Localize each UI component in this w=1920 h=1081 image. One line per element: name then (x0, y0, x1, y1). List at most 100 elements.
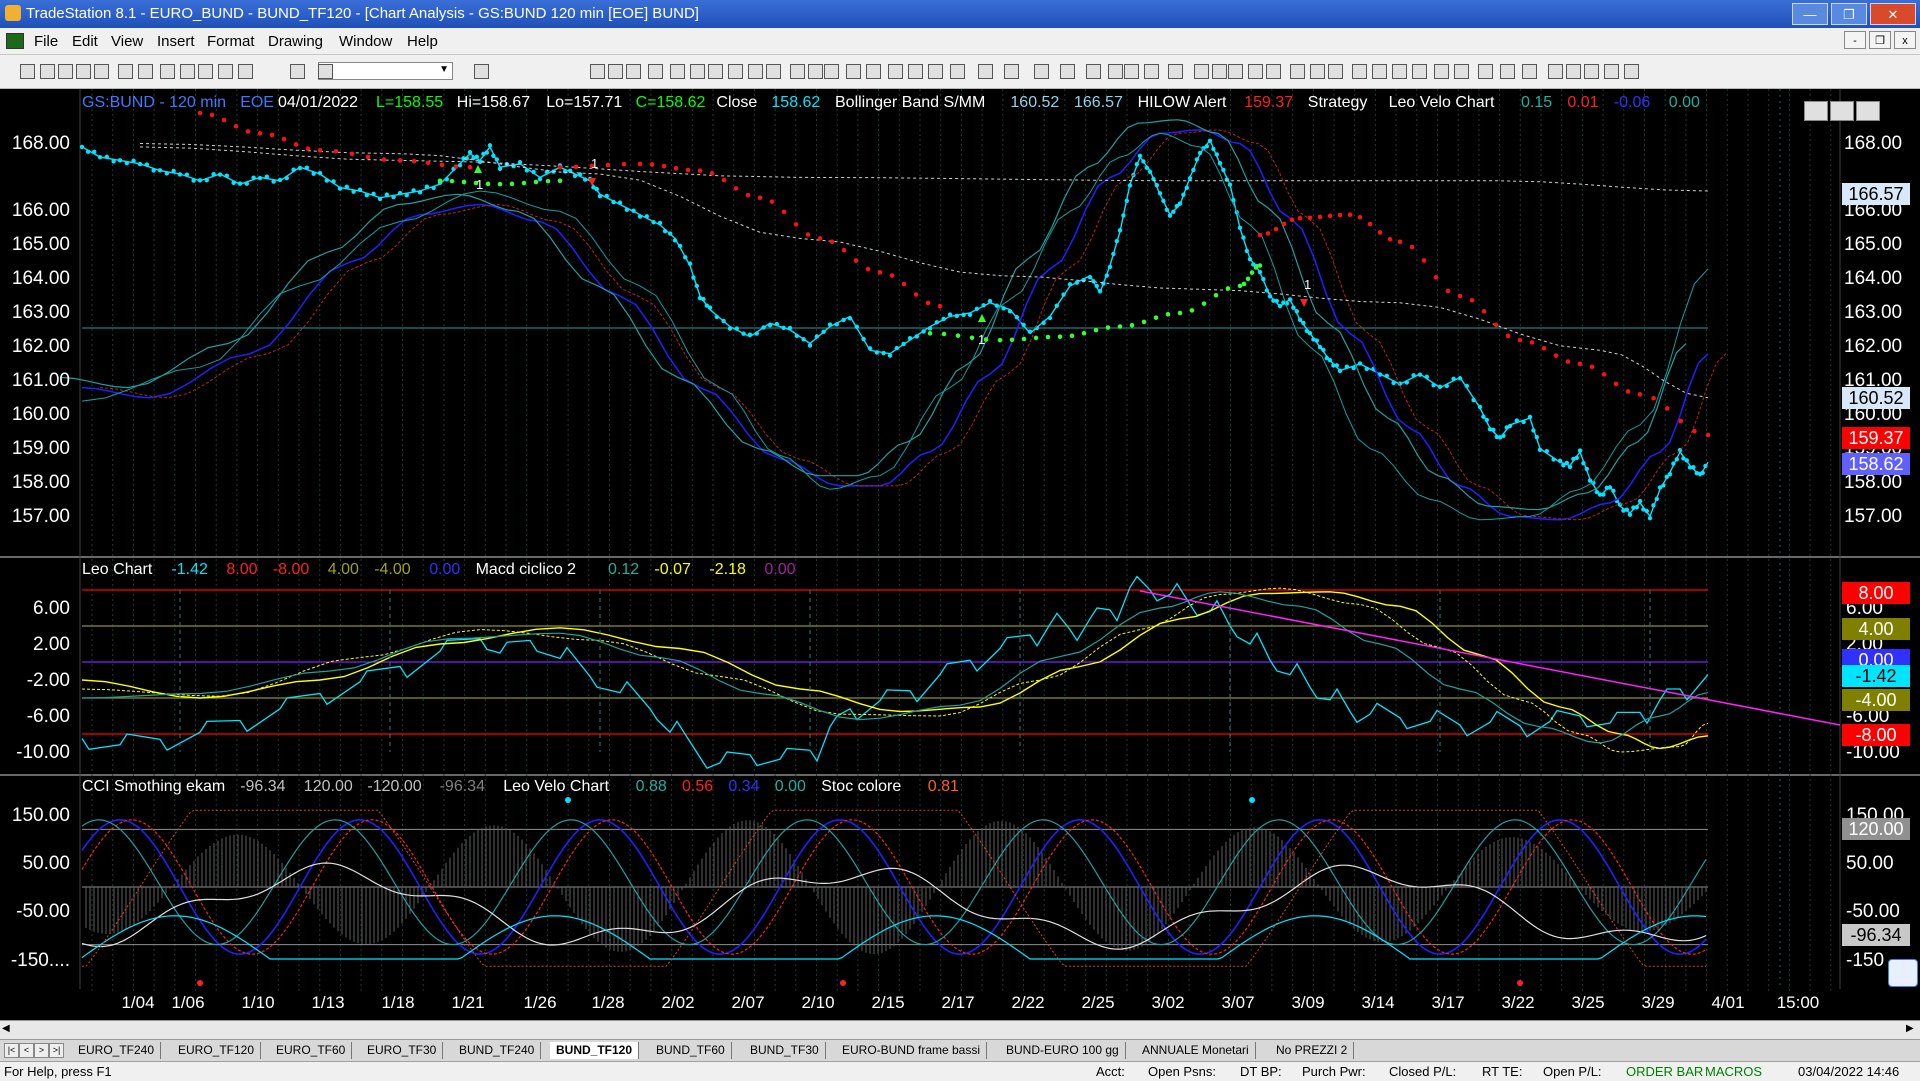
menu-insert[interactable]: Insert (157, 33, 195, 50)
toolbar-tool-icon[interactable] (648, 64, 663, 79)
toolbar-tool-icon[interactable] (1034, 64, 1049, 79)
workspace-tab[interactable]: ANNUALE Monetari (1136, 1042, 1256, 1059)
scroll-right-arrow-icon[interactable]: ▶ (1906, 1023, 1918, 1035)
chart-svg[interactable]: 1 1 1 1 1/04 1/06 1/10 1/13 1/18 1/21 1/26 1/28 2/0… (0, 89, 1920, 1022)
toolbar-tool-icon[interactable] (1060, 64, 1075, 79)
toolbar-tool-icon[interactable] (1566, 64, 1581, 79)
toolbar-tool-icon[interactable] (1248, 64, 1263, 79)
toolbar-tool-icon[interactable] (58, 64, 73, 79)
toolbar-tool-icon[interactable] (888, 64, 903, 79)
toolbar-tool-icon[interactable] (1372, 64, 1387, 79)
toolbar-tool-icon[interactable] (866, 64, 881, 79)
toolbar-tool-icon[interactable] (238, 64, 253, 79)
workspace-tab[interactable]: BUND-EURO 100 gg (1000, 1042, 1126, 1059)
toolbar-tool-icon[interactable] (180, 64, 195, 79)
menu-edit[interactable]: Edit (72, 33, 98, 50)
toolbar-tool-icon[interactable] (846, 64, 861, 79)
toolbar-tool-icon[interactable] (318, 64, 333, 79)
chart-area[interactable]: 1 1 1 1 1/04 1/06 1/10 1/13 1/18 1/21 1/26 1/28 2/0… (0, 89, 1920, 1022)
tab-last-icon[interactable]: >| (49, 1043, 64, 1058)
minimize-button[interactable]: — (1792, 3, 1828, 25)
panel-restore-button[interactable] (1830, 101, 1854, 121)
scroll-left-arrow-icon[interactable]: ◀ (2, 1023, 14, 1035)
toolbar-tool-icon[interactable] (808, 64, 823, 79)
toolbar-tool-icon[interactable] (626, 64, 641, 79)
toolbar-tool-icon[interactable] (1604, 64, 1619, 79)
workspace-tab[interactable]: No PREZZI 2 (1270, 1042, 1355, 1059)
toolbar-tool-icon[interactable] (1548, 64, 1563, 79)
toolbar-tool-icon[interactable] (198, 64, 213, 79)
menu-help[interactable]: Help (407, 33, 438, 50)
panel-minimize-button[interactable] (1804, 101, 1828, 121)
toolbar-tool-icon[interactable] (766, 64, 781, 79)
workspace-tab[interactable]: BUND_TF30 (744, 1042, 826, 1059)
toolbar-tool-icon[interactable] (1522, 64, 1537, 79)
toolbar-tool-icon[interactable] (1412, 64, 1427, 79)
toolbar-tool-icon[interactable] (950, 64, 965, 79)
toolbar-tool-icon[interactable] (94, 64, 109, 79)
menu-format[interactable]: Format (207, 33, 255, 50)
toolbar-tool-icon[interactable] (1004, 64, 1019, 79)
workspace-tab[interactable]: BUND_TF60 (650, 1042, 732, 1059)
toolbar-tool-icon[interactable] (824, 64, 839, 79)
toolbar-tool-icon[interactable] (1290, 64, 1305, 79)
toolbar-tool-icon[interactable] (1584, 64, 1599, 79)
toolbar-tool-icon[interactable] (728, 64, 743, 79)
order-bar-button[interactable]: ORDER BAR (1626, 1064, 1703, 1079)
toolbar-tool-icon[interactable] (908, 64, 923, 79)
workspace-tab[interactable]: EURO_TF30 (361, 1042, 444, 1059)
workspace-tab[interactable]: EURO_TF120 (172, 1042, 262, 1059)
menu-drawing[interactable]: Drawing (268, 33, 323, 50)
toolbar-tool-icon[interactable] (218, 64, 233, 79)
toolbar-tool-icon[interactable] (748, 64, 763, 79)
toolbar-tool-icon[interactable] (1310, 64, 1325, 79)
toolbar-tool-icon[interactable] (608, 64, 623, 79)
toolbar-tool-icon[interactable] (1454, 64, 1469, 79)
toolbar-tool-icon[interactable] (474, 64, 489, 79)
toolbar-tool-icon[interactable] (1212, 64, 1227, 79)
menu-view[interactable]: View (111, 33, 143, 50)
tab-prev-icon[interactable]: < (19, 1043, 34, 1058)
close-button[interactable]: ✕ (1870, 3, 1916, 25)
menu-window[interactable]: Window (339, 33, 392, 50)
symbol-combo[interactable]: ▼ (318, 62, 453, 80)
toolbar-tool-icon[interactable] (1228, 64, 1243, 79)
toolbar-tool-icon[interactable] (1328, 64, 1343, 79)
workspace-tab[interactable]: EURO_TF60 (270, 1042, 353, 1059)
toolbar-tool-icon[interactable] (1124, 64, 1139, 79)
toolbar-tool-icon[interactable] (690, 64, 705, 79)
workspace-tab[interactable]: BUND_TF120 (550, 1042, 640, 1059)
toolbar-tool-icon[interactable] (40, 64, 55, 79)
toolbar-tool-icon[interactable] (790, 64, 805, 79)
mdi-close-button[interactable]: x (1894, 31, 1916, 49)
workspace-tab[interactable]: BUND_TF240 (453, 1042, 542, 1059)
toolbar-tool-icon[interactable] (1624, 64, 1639, 79)
mdi-minimize-button[interactable]: - (1844, 31, 1866, 49)
toolbar-tool-icon[interactable] (1500, 64, 1515, 79)
toolbar-tool-icon[interactable] (1144, 64, 1159, 79)
mdi-restore-button[interactable]: ❐ (1869, 31, 1891, 49)
toolbar-tool-icon[interactable] (1194, 64, 1209, 79)
toolbar-tool-icon[interactable] (1434, 64, 1449, 79)
side-tool-icon[interactable] (1888, 959, 1918, 987)
menu-file[interactable]: File (34, 33, 58, 50)
macros-button[interactable]: MACROS (1705, 1064, 1762, 1079)
toolbar-tool-icon[interactable] (290, 64, 305, 79)
tab-first-icon[interactable]: |< (4, 1043, 19, 1058)
toolbar-tool-icon[interactable] (1352, 64, 1367, 79)
toolbar-tool-icon[interactable] (118, 64, 133, 79)
workspace-tab[interactable]: EURO-BUND frame bassi (836, 1042, 988, 1059)
workspace-tab[interactable]: EURO_TF240 (72, 1042, 162, 1059)
toolbar-tool-icon[interactable] (1266, 64, 1281, 79)
toolbar-tool-icon[interactable] (138, 64, 153, 79)
toolbar-tool-icon[interactable] (1478, 64, 1493, 79)
toolbar-tool-icon[interactable] (928, 64, 943, 79)
toolbar-tool-icon[interactable] (1168, 64, 1183, 79)
maximize-button[interactable]: ❐ (1831, 3, 1867, 25)
toolbar-tool-icon[interactable] (1086, 64, 1101, 79)
horizontal-scrollbar[interactable]: ◀ ▶ (0, 1020, 1920, 1039)
toolbar-tool-icon[interactable] (76, 64, 91, 79)
toolbar-tool-icon[interactable] (670, 64, 685, 79)
toolbar-tool-icon[interactable] (1392, 64, 1407, 79)
toolbar-tool-icon[interactable] (20, 64, 35, 79)
